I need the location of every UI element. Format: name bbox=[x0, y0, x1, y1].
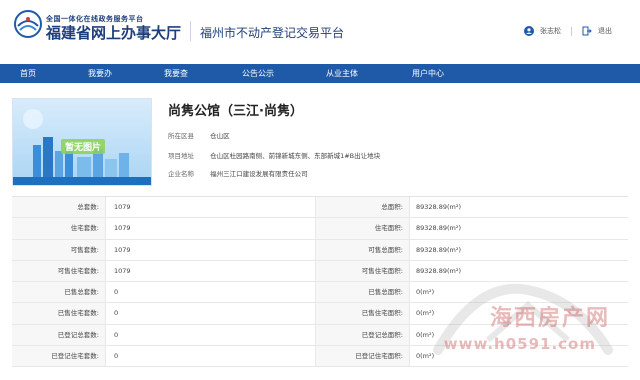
nav-item-practitioners[interactable]: 从业主体 bbox=[326, 68, 358, 79]
cover-caption: 暂无图片 bbox=[61, 139, 106, 154]
stat-value: 0 bbox=[106, 324, 316, 346]
nav-item-home[interactable]: 首页 bbox=[20, 68, 36, 79]
table-row: 总套数: 1079 总面积: 89328.89(m²) bbox=[12, 197, 628, 219]
stat-value: 0 bbox=[106, 282, 316, 303]
stat-label: 已登记总套数: bbox=[12, 324, 106, 346]
project-field-company: 企业名称 福州三江口建设发展有限责任公司 bbox=[168, 168, 308, 178]
stat-value: 1079 bbox=[106, 260, 316, 282]
logout-icon[interactable] bbox=[582, 26, 592, 36]
stat-label: 住宅面积: bbox=[316, 218, 410, 239]
stat-label: 可售总面积: bbox=[316, 239, 410, 260]
project-cover-image: 暂无图片 bbox=[12, 98, 152, 186]
stat-label: 总面积: bbox=[316, 197, 410, 218]
project-info: 暂无图片 尚隽公馆（三江·尚隽） 所在区县 仓山区 项目地址 仓山区杜园路南侧、… bbox=[12, 98, 628, 186]
logout-link[interactable]: 退出 bbox=[598, 26, 612, 36]
stat-label: 已登记住宅套数: bbox=[12, 346, 106, 367]
field-value: 福州三江口建设发展有限责任公司 bbox=[210, 170, 308, 178]
stat-value: 1079 bbox=[106, 218, 316, 239]
stat-value: 0 bbox=[106, 303, 316, 324]
stat-label: 可售住宅套数: bbox=[12, 260, 106, 282]
project-field-district: 所在区县 仓山区 bbox=[168, 130, 230, 140]
stat-label: 已登记住宅面积: bbox=[316, 346, 410, 367]
field-value: 仓山区杜园路南侧、前锦新城东侧、东部新城1#B出让地块 bbox=[210, 152, 381, 160]
field-label: 所在区县 bbox=[168, 132, 194, 140]
stat-label: 已售总套数: bbox=[12, 282, 106, 303]
field-label: 项目地址 bbox=[168, 152, 194, 160]
user-area: 张志松 退出 bbox=[524, 26, 612, 36]
stat-label: 已售总面积: bbox=[316, 282, 410, 303]
nav-item-apply[interactable]: 我要办 bbox=[88, 68, 112, 79]
brand-title[interactable]: 福建省网上办事大厅 bbox=[46, 22, 181, 43]
stat-value: 89328.89(m²) bbox=[416, 245, 462, 254]
platform-title: 福州市不动产登记交易平台 bbox=[200, 26, 345, 40]
stat-value: 1079 bbox=[106, 197, 316, 218]
stat-value: 0 bbox=[106, 346, 316, 367]
project-field-address: 项目地址 仓山区杜园路南侧、前锦新城东侧、东部新城1#B出让地块 bbox=[168, 150, 380, 160]
field-label: 企业名称 bbox=[168, 170, 194, 178]
nav-item-announcements[interactable]: 公告公示 bbox=[242, 68, 274, 79]
gov-logo-icon bbox=[14, 10, 42, 38]
field-value: 仓山区 bbox=[210, 132, 230, 140]
stat-value: 89328.89(m²) bbox=[416, 266, 462, 275]
site-header: 全国一体化在线政务服务平台 福建省网上办事大厅 福州市不动产登记交易平台 张志松… bbox=[0, 0, 640, 64]
watermark-text: 海西房产网 bbox=[489, 306, 610, 331]
user-avatar-icon bbox=[524, 26, 534, 36]
watermark-url: www.h0591.com bbox=[443, 335, 596, 353]
table-row: 可售住宅套数: 1079 可售住宅面积: 89328.89(m²) bbox=[12, 260, 628, 283]
table-row: 可售套数: 1079 可售总面积: 89328.89(m²) bbox=[12, 239, 628, 261]
table-row: 住宅套数: 1079 住宅面积: 89328.89(m²) bbox=[12, 218, 628, 240]
stat-value: 1079 bbox=[106, 239, 316, 260]
stat-label: 已登记总面积: bbox=[316, 324, 410, 346]
user-name[interactable]: 张志松 bbox=[540, 26, 561, 36]
main-nav: 首页 我要办 我要查 公告公示 从业主体 用户中心 bbox=[0, 64, 640, 83]
stat-label: 住宅套数: bbox=[12, 218, 106, 239]
stat-value: 89328.89(m²) bbox=[416, 224, 462, 233]
stat-label: 已售住宅面积: bbox=[316, 303, 410, 324]
stat-label: 可售住宅面积: bbox=[316, 260, 410, 282]
stat-label: 总套数: bbox=[12, 197, 106, 218]
stat-label: 可售套数: bbox=[12, 239, 106, 260]
nav-item-user-center[interactable]: 用户中心 bbox=[412, 68, 444, 79]
stat-value: 89328.89(m²) bbox=[416, 203, 462, 211]
nav-item-query[interactable]: 我要查 bbox=[164, 68, 188, 79]
stat-label: 已售住宅套数: bbox=[12, 303, 106, 324]
project-title: 尚隽公馆（三江·尚隽） bbox=[168, 104, 303, 119]
user-area-divider bbox=[571, 26, 572, 36]
brand-divider bbox=[190, 21, 191, 41]
